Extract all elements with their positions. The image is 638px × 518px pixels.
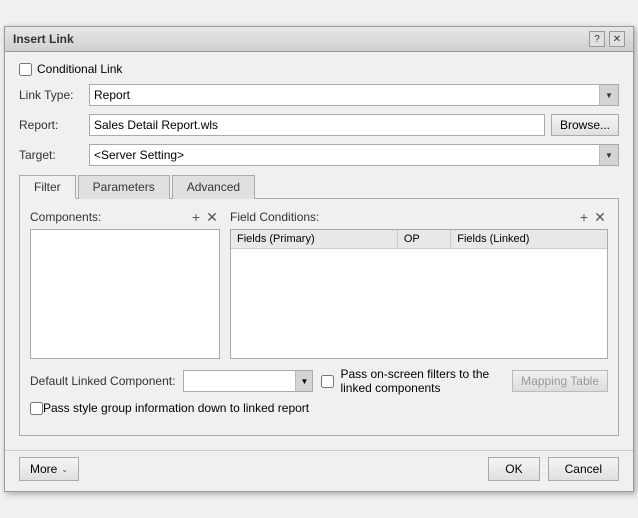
components-add-button[interactable]: + [188,209,204,225]
pass-style-label: Pass style group information down to lin… [43,401,309,415]
field-conditions-panel: Field Conditions: + ✕ Fields (Primary) O… [230,209,608,359]
conditions-remove-button[interactable]: ✕ [592,209,608,225]
pass-filters-checkbox[interactable] [321,375,334,388]
tab-filter[interactable]: Filter [19,175,76,199]
title-bar-buttons: ? ✕ [589,31,625,47]
conditions-add-button[interactable]: + [576,209,592,225]
more-chevron-icon: ⌄ [61,465,68,474]
more-button[interactable]: More ⌄ [19,457,79,481]
filter-layout: Components: + ✕ Field Conditions: + ✕ [30,209,608,359]
link-type-select[interactable]: Report [89,84,619,106]
tabs-bar: Filter Parameters Advanced [19,174,619,199]
default-linked-label: Default Linked Component: [30,374,175,388]
col-fields-primary: Fields (Primary) [231,230,397,249]
title-bar: Insert Link ? ✕ [5,27,633,52]
field-conditions-label: Field Conditions: [230,210,576,224]
components-list[interactable] [30,229,220,359]
mapping-table-button[interactable]: Mapping Table [512,370,608,392]
target-label: Target: [19,148,89,162]
dialog-footer: More ⌄ OK Cancel [5,450,633,491]
tab-parameters[interactable]: Parameters [78,175,170,199]
ok-button[interactable]: OK [488,457,539,481]
conditional-link-checkbox[interactable] [19,63,32,76]
pass-filter-row: Pass on-screen filters to the linked com… [321,367,608,395]
target-row: Target: <Server Setting> ▼ [19,144,619,166]
default-linked-select[interactable] [183,370,313,392]
conditional-link-label: Conditional Link [37,62,122,76]
more-label: More [30,462,57,476]
field-conditions-header: Field Conditions: + ✕ [230,209,608,225]
dialog-body: Conditional Link Link Type: Report ▼ Rep… [5,52,633,446]
conditions-table[interactable]: Fields (Primary) OP Fields (Linked) [230,229,608,359]
components-label: Components: [30,210,188,224]
help-button[interactable]: ? [589,31,605,47]
tab-advanced[interactable]: Advanced [172,175,255,199]
default-linked-row: Default Linked Component: ▼ Pass on-scre… [30,367,608,395]
pass-style-row: Pass style group information down to lin… [30,401,608,415]
report-label: Report: [19,118,89,132]
components-panel-header: Components: + ✕ [30,209,220,225]
footer-left: More ⌄ [19,457,79,481]
filter-tab-content: Components: + ✕ Field Conditions: + ✕ [19,199,619,436]
tabs-container: Filter Parameters Advanced Components: +… [19,174,619,436]
link-type-label: Link Type: [19,88,89,102]
target-select-wrapper: <Server Setting> ▼ [89,144,619,166]
col-op: OP [397,230,450,249]
footer-right: OK Cancel [488,457,619,481]
col-fields-linked: Fields (Linked) [451,230,607,249]
default-linked-select-wrapper: ▼ [183,370,313,392]
cancel-button[interactable]: Cancel [548,457,619,481]
report-row: Report: Browse... [19,114,619,136]
insert-link-dialog: Insert Link ? ✕ Conditional Link Link Ty… [4,26,634,492]
link-type-select-wrapper: Report ▼ [89,84,619,106]
pass-filters-label: Pass on-screen filters to the linked com… [340,367,506,395]
report-input[interactable] [89,114,545,136]
dialog-title: Insert Link [13,32,74,46]
components-panel: Components: + ✕ [30,209,220,359]
target-select[interactable]: <Server Setting> [89,144,619,166]
conditional-link-row: Conditional Link [19,62,619,76]
close-button[interactable]: ✕ [609,31,625,47]
browse-button[interactable]: Browse... [551,114,619,136]
components-remove-button[interactable]: ✕ [204,209,220,225]
link-type-row: Link Type: Report ▼ [19,84,619,106]
pass-style-checkbox[interactable] [30,402,43,415]
